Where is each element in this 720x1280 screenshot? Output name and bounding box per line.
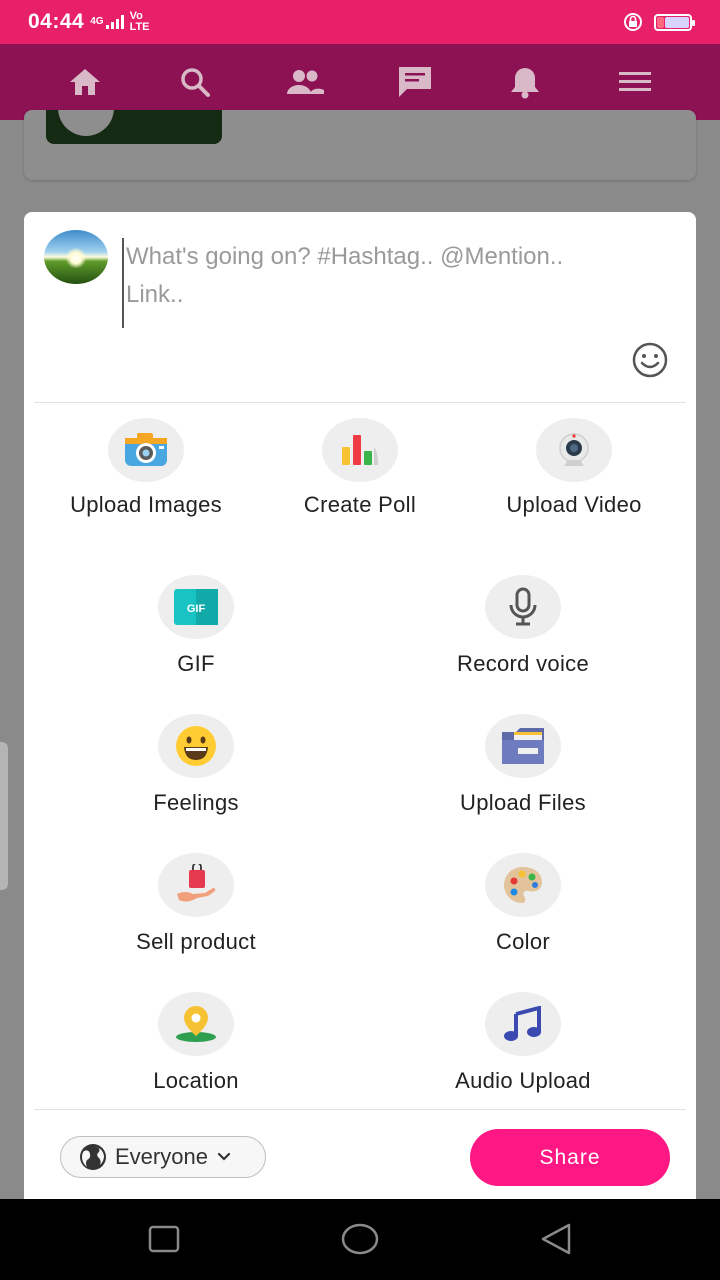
smiley-icon	[158, 714, 234, 778]
emoji-picker-icon[interactable]	[630, 340, 670, 380]
create-poll-option[interactable]: Create Poll	[270, 418, 450, 518]
home-button[interactable]	[338, 1219, 382, 1259]
audio-upload-option[interactable]: Audio Upload	[433, 992, 613, 1094]
network-indicator: 4G	[90, 17, 103, 27]
music-note-icon	[485, 992, 561, 1056]
avatar	[44, 230, 108, 284]
record-voice-label: Record voice	[457, 651, 589, 676]
system-nav-bar	[0, 1199, 720, 1280]
sell-product-option[interactable]: Sell product	[106, 853, 286, 955]
feelings-option[interactable]: Feelings	[106, 714, 286, 816]
divider	[34, 402, 686, 403]
post-text-input[interactable]	[122, 238, 622, 328]
upload-images-option[interactable]: Upload Images	[56, 418, 236, 518]
status-time: 04:44	[28, 10, 85, 33]
people-icon[interactable]	[277, 54, 333, 110]
post-composer: Upload Images Create Poll Upload Video	[24, 212, 696, 1200]
create-poll-label: Create Poll	[303, 492, 417, 517]
signal-icon	[105, 15, 124, 29]
network-type: 4G	[90, 16, 104, 27]
gif-option[interactable]: GIF GIF	[106, 575, 286, 677]
volte-indicator: Vo LTE	[129, 10, 150, 33]
upload-files-label: Upload Files	[460, 790, 586, 815]
feelings-label: Feelings	[153, 790, 239, 815]
feed-post-image	[46, 110, 222, 144]
upload-video-label: Upload Video	[506, 492, 642, 517]
top-nav-bar	[0, 44, 720, 120]
folder-icon	[485, 714, 561, 778]
location-option[interactable]: Location	[106, 992, 286, 1094]
microphone-icon	[485, 575, 561, 639]
search-icon[interactable]	[167, 54, 223, 110]
bell-icon[interactable]	[497, 54, 553, 110]
upload-video-option[interactable]: Upload Video	[484, 418, 664, 518]
record-voice-option[interactable]: Record voice	[433, 575, 613, 677]
color-label: Color	[495, 929, 551, 954]
chevron-down-icon	[217, 1152, 231, 1161]
map-pin-icon	[158, 992, 234, 1056]
home-icon[interactable]	[57, 54, 113, 110]
upload-images-label: Upload Images	[70, 492, 222, 517]
gif-badge-text: GIF	[187, 603, 206, 615]
audio-upload-label: Audio Upload	[455, 1068, 591, 1093]
shopping-bag-hand-icon	[158, 853, 234, 917]
color-option[interactable]: Color	[433, 853, 613, 955]
camera-icon	[108, 418, 184, 482]
upload-files-option[interactable]: Upload Files	[433, 714, 613, 816]
recent-apps-button[interactable]	[142, 1219, 186, 1259]
square-icon	[148, 1225, 180, 1253]
battery-icon	[654, 13, 695, 31]
webcam-icon	[536, 418, 612, 482]
audience-selector[interactable]: Everyone	[60, 1136, 266, 1178]
share-button[interactable]: Share	[470, 1129, 670, 1186]
globe-icon	[80, 1144, 106, 1170]
gif-icon: GIF	[158, 575, 234, 639]
gif-label: GIF	[177, 651, 215, 676]
feed-post-card	[24, 110, 696, 180]
chat-icon[interactable]	[387, 54, 443, 110]
location-label: Location	[153, 1068, 239, 1093]
side-scroll-handle[interactable]	[0, 742, 8, 890]
status-bar: 04:44 4G Vo LTE	[0, 0, 720, 44]
bar-chart-icon	[322, 418, 398, 482]
palette-icon	[485, 853, 561, 917]
sell-product-label: Sell product	[136, 929, 256, 954]
rotation-lock-icon	[624, 13, 642, 31]
back-button[interactable]	[534, 1219, 578, 1259]
triangle-back-icon	[541, 1223, 571, 1255]
menu-icon[interactable]	[607, 54, 663, 110]
circle-icon	[341, 1223, 379, 1255]
audience-label: Everyone	[115, 1144, 208, 1169]
divider	[34, 1109, 686, 1110]
